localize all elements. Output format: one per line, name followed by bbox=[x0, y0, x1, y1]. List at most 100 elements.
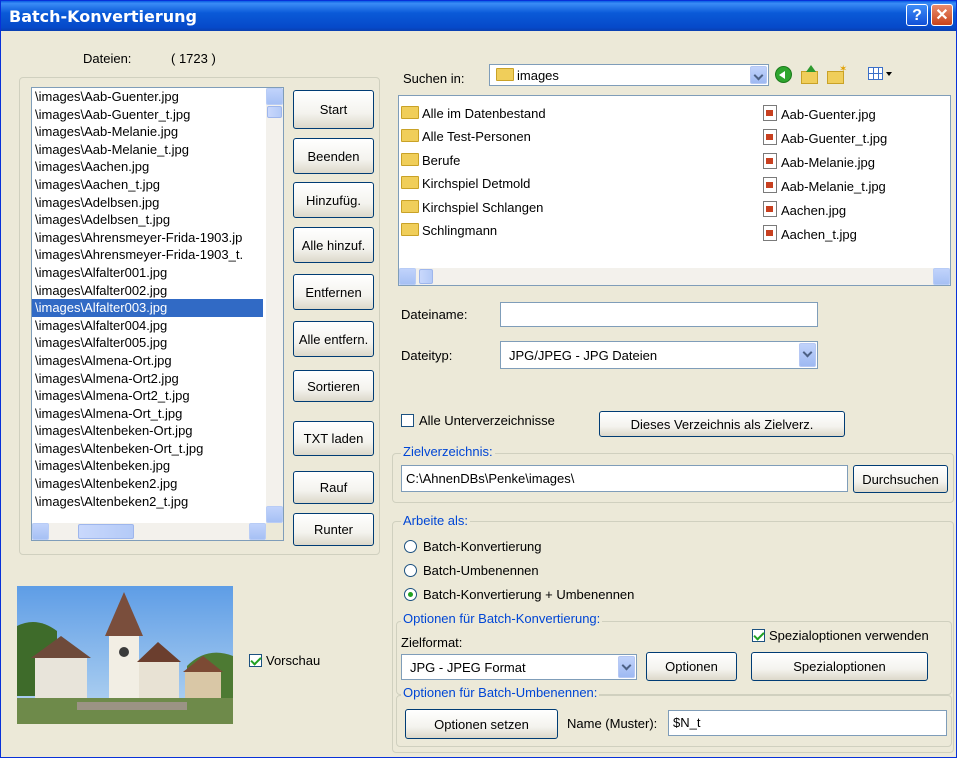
move-down-button[interactable]: Runter bbox=[293, 513, 374, 546]
file-list-item[interactable]: \images\Almena-Ort.jpg bbox=[32, 352, 263, 370]
file-list-item[interactable]: \images\Ahrensmeyer-Frida-1903.jp bbox=[32, 229, 263, 247]
file-list-item[interactable]: \images\Altenbeken2.jpg bbox=[32, 475, 263, 493]
mode-radio-convert-rename[interactable] bbox=[404, 588, 417, 601]
file-list-item[interactable]: \images\Aab-Guenter_t.jpg bbox=[32, 106, 263, 124]
horizontal-scroll-thumb[interactable] bbox=[78, 524, 134, 539]
preview-checkbox[interactable] bbox=[249, 654, 262, 667]
mode-radio-rename[interactable] bbox=[404, 564, 417, 577]
file-list-item[interactable]: \images\Alfalter004.jpg bbox=[32, 317, 263, 335]
file-list-item[interactable]: \images\Alfalter001.jpg bbox=[32, 264, 263, 282]
browser-file-label: Aab-Guenter_t.jpg bbox=[781, 131, 888, 146]
sort-button[interactable]: Sortieren bbox=[293, 370, 374, 402]
file-list-vertical-scrollbar[interactable] bbox=[266, 88, 283, 523]
target-directory-input[interactable]: C:\AhnenDBs\Penke\images\ bbox=[401, 465, 848, 492]
special-options-button[interactable]: Spezialoptionen bbox=[751, 652, 928, 681]
folder-icon bbox=[401, 152, 419, 166]
file-list-item[interactable]: \images\Almena-Ort2_t.jpg bbox=[32, 387, 263, 405]
new-folder-icon[interactable]: ✶ bbox=[826, 65, 847, 84]
target-format-combo[interactable]: JPG - JPEG Format bbox=[401, 654, 637, 680]
remove-button[interactable]: Entfernen bbox=[293, 274, 374, 310]
start-button[interactable]: Start bbox=[293, 90, 374, 129]
browser-scroll-left-icon[interactable] bbox=[399, 268, 416, 285]
file-list-item[interactable]: \images\Alfalter003.jpg bbox=[32, 299, 263, 317]
subdirs-checkbox[interactable] bbox=[401, 414, 414, 427]
browser-file-label: Aab-Guenter.jpg bbox=[781, 107, 876, 122]
file-list-item[interactable]: \images\Altenbeken.jpg bbox=[32, 457, 263, 475]
remove-all-button[interactable]: Alle entfern. bbox=[293, 321, 374, 357]
view-menu-icon[interactable] bbox=[868, 66, 894, 83]
browser-file-item[interactable]: Aachen_t.jpg bbox=[763, 223, 857, 246]
filetype-label: Dateityp: bbox=[401, 348, 453, 363]
file-list-item[interactable]: \images\Alfalter002.jpg bbox=[32, 282, 263, 300]
file-list-item[interactable]: \images\Aachen_t.jpg bbox=[32, 176, 263, 194]
file-list-horizontal-scrollbar[interactable] bbox=[32, 523, 266, 540]
scroll-right-arrow-icon[interactable] bbox=[249, 523, 266, 540]
browser-file-item[interactable]: Aab-Melanie.jpg bbox=[763, 151, 875, 174]
file-list-item[interactable]: \images\Alfalter005.jpg bbox=[32, 334, 263, 352]
batch-conversion-dialog: Batch-Konvertierung ? ✕ Dateien: ( 1723 … bbox=[0, 0, 957, 758]
browser-folder-item[interactable]: Kirchspiel Schlangen bbox=[401, 196, 543, 219]
file-list-item[interactable]: \images\Aab-Guenter.jpg bbox=[32, 88, 263, 106]
filename-input[interactable] bbox=[500, 302, 818, 327]
target-format-dropdown-icon[interactable] bbox=[618, 656, 635, 678]
file-list-item[interactable]: \images\Altenbeken-Ort.jpg bbox=[32, 422, 263, 440]
back-icon[interactable] bbox=[775, 66, 792, 83]
browser-folder-label: Kirchspiel Schlangen bbox=[422, 199, 544, 215]
name-pattern-input[interactable]: $N_t bbox=[668, 710, 947, 736]
set-options-button[interactable]: Optionen setzen bbox=[405, 709, 558, 739]
file-list-item[interactable]: \images\Almena-Ort2.jpg bbox=[32, 370, 263, 388]
file-list-item[interactable]: \images\Almena-Ort_t.jpg bbox=[32, 405, 263, 423]
file-list-item[interactable]: \images\Altenbeken2_t.jpg bbox=[32, 493, 263, 511]
beenden-button[interactable]: Beenden bbox=[293, 138, 374, 174]
browser-folder-label: Alle Test-Personen bbox=[422, 129, 531, 145]
scroll-down-arrow-icon[interactable] bbox=[266, 506, 283, 523]
browser-folder-item[interactable]: Schlingmann bbox=[401, 219, 497, 242]
browser-folder-label: Schlingmann bbox=[422, 223, 498, 238]
browser-file-item[interactable]: Aab-Melanie_t.jpg bbox=[763, 175, 886, 198]
title-bar[interactable]: Batch-Konvertierung ? ✕ bbox=[1, 1, 956, 31]
file-list-item[interactable]: \images\Ahrensmeyer-Frida-1903_t. bbox=[32, 246, 263, 264]
file-list-item[interactable]: \images\Aab-Melanie.jpg bbox=[32, 123, 263, 141]
file-browser[interactable]: Alle im Datenbestand Alle Test-Personen Be… bbox=[398, 95, 951, 286]
help-button[interactable]: ? bbox=[906, 4, 928, 26]
look-in-combo[interactable]: images bbox=[489, 64, 769, 86]
file-list[interactable]: \images\Aab-Guenter.jpg \images\Aab-Guent… bbox=[31, 87, 284, 541]
filetype-combo[interactable]: JPG/JPEG - JPG Dateien bbox=[500, 341, 818, 369]
look-in-value: images bbox=[517, 68, 559, 83]
move-up-button[interactable]: Rauf bbox=[293, 471, 374, 504]
browser-file-item[interactable]: Aab-Guenter_t.jpg bbox=[763, 127, 887, 150]
add-button[interactable]: Hinzufüg. bbox=[293, 182, 374, 218]
close-button[interactable]: ✕ bbox=[931, 4, 953, 26]
browser-file-label: Aachen_t.jpg bbox=[781, 227, 857, 242]
browser-horizontal-scrollbar[interactable] bbox=[399, 268, 950, 285]
set-target-directory-button[interactable]: Dieses Verzeichnis als Zielverz. bbox=[599, 411, 845, 437]
browser-file-item[interactable]: Aachen.jpg bbox=[763, 199, 846, 222]
file-list-item[interactable]: \images\Altenbeken-Ort_t.jpg bbox=[32, 440, 263, 458]
browser-folder-item[interactable]: Kirchspiel Detmold bbox=[401, 172, 530, 195]
options-button[interactable]: Optionen bbox=[646, 652, 737, 681]
browser-scroll-right-icon[interactable] bbox=[933, 268, 950, 285]
vertical-scroll-thumb[interactable] bbox=[267, 106, 282, 118]
browser-folder-item[interactable]: Alle im Datenbestand bbox=[401, 102, 546, 125]
special-options-checkbox[interactable] bbox=[752, 629, 765, 642]
load-txt-button[interactable]: TXT laden bbox=[293, 421, 374, 456]
scroll-up-arrow-icon[interactable] bbox=[266, 88, 283, 105]
up-folder-icon[interactable] bbox=[800, 65, 818, 84]
browser-folder-item[interactable]: Alle Test-Personen bbox=[401, 125, 531, 148]
browser-scroll-thumb[interactable] bbox=[419, 269, 433, 284]
scroll-left-arrow-icon[interactable] bbox=[32, 523, 49, 540]
look-in-dropdown-icon[interactable] bbox=[750, 66, 767, 84]
files-label: Dateien: bbox=[83, 51, 132, 66]
file-list-item[interactable]: \images\Aachen.jpg bbox=[32, 158, 263, 176]
browse-button[interactable]: Durchsuchen bbox=[853, 465, 948, 493]
add-all-button[interactable]: Alle hinzuf. bbox=[293, 227, 374, 263]
mode-radio-convert[interactable] bbox=[404, 540, 417, 553]
file-list-item[interactable]: \images\Adelbsen.jpg bbox=[32, 194, 263, 212]
target-format-label: Zielformat: bbox=[401, 635, 463, 650]
browser-folder-item[interactable]: Berufe bbox=[401, 149, 460, 172]
file-list-item[interactable]: \images\Aab-Melanie_t.jpg bbox=[32, 141, 263, 159]
file-list-item[interactable]: \images\Adelbsen_t.jpg bbox=[32, 211, 263, 229]
browser-file-item[interactable]: Aab-Guenter.jpg bbox=[763, 103, 876, 126]
filetype-dropdown-icon[interactable] bbox=[799, 343, 816, 367]
browser-folder-label: Alle im Datenbestand bbox=[422, 106, 546, 121]
